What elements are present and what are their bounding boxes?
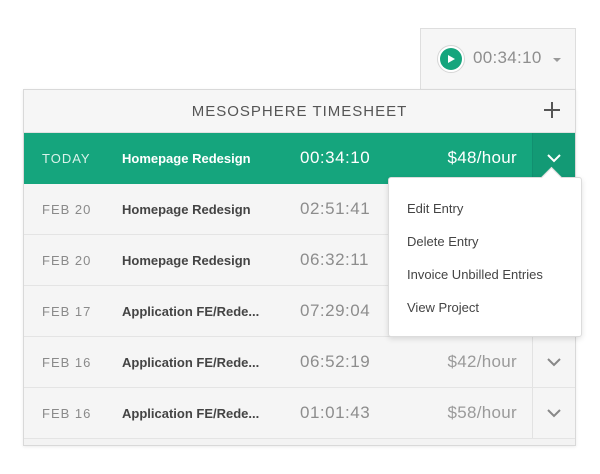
panel-header: MESOSPHERE TIMESHEET [24, 90, 575, 133]
entry-row[interactable]: FEB 16 Application FE/Rede... 06:52:19 $… [24, 337, 575, 388]
entry-date: FEB 20 [42, 202, 92, 217]
entry-project: Homepage Redesign [122, 253, 251, 268]
entry-menu-toggle[interactable] [532, 337, 575, 387]
entry-date: FEB 17 [42, 304, 92, 319]
entry-duration: 06:32:11 [300, 250, 369, 269]
entry-date: TODAY [42, 151, 91, 166]
entry-project: Homepage Redesign [122, 151, 251, 166]
add-entry-button[interactable] [543, 101, 561, 119]
entry-rate: $48/hour [447, 148, 517, 167]
play-button[interactable] [437, 45, 465, 73]
entry-duration: 01:01:43 [300, 403, 371, 422]
entry-duration: 02:51:41 [300, 199, 371, 218]
chevron-down-icon [547, 357, 561, 366]
menu-item-edit-entry[interactable]: Edit Entry [407, 201, 463, 216]
entry-date: FEB 16 [42, 406, 92, 421]
timer-widget[interactable]: 00:34:10 [420, 28, 576, 90]
chevron-down-icon [547, 154, 561, 163]
play-icon [440, 48, 462, 70]
menu-item-delete-entry[interactable]: Delete Entry [407, 234, 479, 249]
entry-project: Application FE/Rede... [122, 406, 260, 421]
entry-duration: 00:34:10 [300, 148, 371, 167]
entry-project: Application FE/Rede... [122, 355, 260, 370]
chevron-down-icon [547, 408, 561, 417]
entry-menu-toggle[interactable] [532, 388, 575, 438]
timer-elapsed: 00:34:10 [473, 48, 542, 67]
entry-project: Homepage Redesign [122, 202, 251, 217]
menu-item-view-project[interactable]: View Project [407, 300, 479, 315]
panel-title: MESOSPHERE TIMESHEET [191, 103, 408, 120]
entry-date: FEB 20 [42, 253, 92, 268]
entry-duration: 07:29:04 [300, 301, 371, 320]
entry-duration: 06:52:19 [300, 352, 371, 371]
entry-rate: $42/hour [447, 352, 517, 371]
menu-item-invoice-unbilled[interactable]: Invoice Unbilled Entries [407, 267, 543, 282]
plus-icon [544, 102, 560, 118]
entry-rate: $58/hour [447, 403, 517, 422]
caret-down-icon[interactable] [553, 58, 561, 62]
entry-row[interactable]: FEB 16 Application FE/Rede... 01:01:43 $… [24, 388, 575, 439]
entry-date: FEB 16 [42, 355, 92, 370]
entry-context-menu: Edit Entry Delete Entry Invoice Unbilled… [388, 166, 582, 337]
entry-project: Application FE/Rede... [122, 304, 260, 319]
